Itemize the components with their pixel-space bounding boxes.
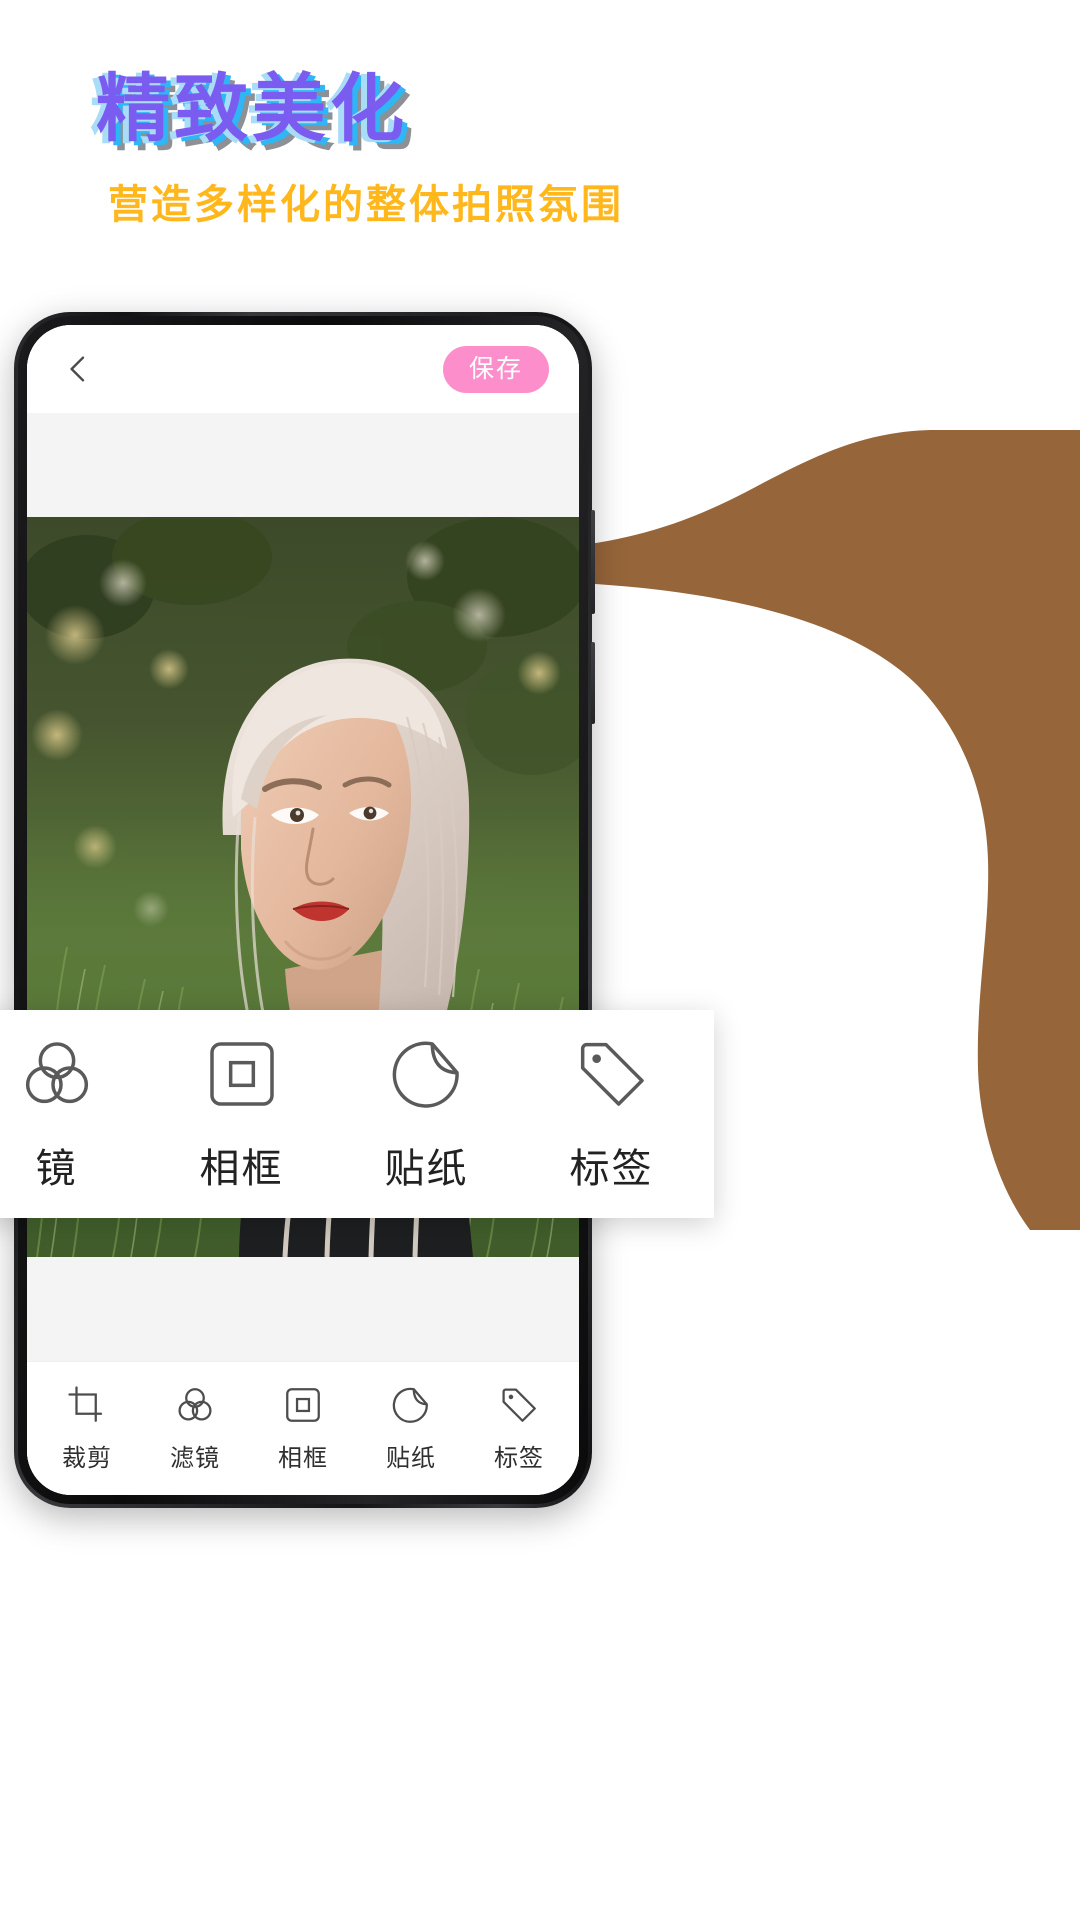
tag-icon bbox=[502, 1388, 536, 1422]
toolbar-item-tag[interactable]: 标签 bbox=[468, 1384, 570, 1473]
magnified-item-tag[interactable]: 标签 bbox=[537, 1034, 687, 1194]
editor-canvas[interactable] bbox=[27, 413, 579, 1361]
filter-circles-icon bbox=[178, 1388, 212, 1421]
magnified-item-filter[interactable]: 镜 bbox=[0, 1034, 132, 1194]
magnified-toolbar-panel: 镜 相框 贴纸 标签 bbox=[0, 1010, 714, 1218]
phone-volume-button[interactable] bbox=[591, 510, 595, 614]
phone-mockup: 保存 裁剪 滤镜 相框 贴纸 标签 bbox=[14, 312, 595, 1508]
filter-circles-icon bbox=[25, 1042, 88, 1104]
frame-icon bbox=[286, 1388, 320, 1422]
chevron-left-icon[interactable] bbox=[61, 352, 95, 386]
photo-editor-app: 保存 裁剪 滤镜 相框 贴纸 标签 bbox=[27, 325, 579, 1495]
app-topbar: 保存 bbox=[27, 325, 579, 413]
toolbar-label: 标签 bbox=[494, 1445, 544, 1472]
toolbar-item-sticker[interactable]: 贴纸 bbox=[360, 1384, 462, 1473]
toolbar-label: 裁剪 bbox=[62, 1445, 112, 1472]
phone-power-button[interactable] bbox=[591, 642, 595, 724]
magnified-item-frame[interactable]: 相框 bbox=[167, 1034, 317, 1194]
save-button[interactable]: 保存 bbox=[442, 345, 549, 393]
toolbar-label: 相框 bbox=[278, 1445, 328, 1472]
toolbar-label: 贴纸 bbox=[386, 1445, 436, 1472]
editor-toolbar: 裁剪 滤镜 相框 贴纸 标签 bbox=[27, 1361, 579, 1495]
magnified-item-label: 标签 bbox=[569, 1147, 654, 1191]
magnified-item-label: 相框 bbox=[199, 1147, 284, 1191]
frame-icon bbox=[209, 1042, 274, 1106]
magnified-item-label: 镜 bbox=[35, 1147, 78, 1191]
crop-icon bbox=[68, 1386, 103, 1422]
toolbar-item-frame[interactable]: 相框 bbox=[252, 1384, 354, 1473]
toolbar-item-filter[interactable]: 滤镜 bbox=[144, 1384, 246, 1473]
magnified-item-label: 贴纸 bbox=[384, 1147, 469, 1191]
magnified-item-sticker[interactable]: 贴纸 bbox=[352, 1034, 502, 1194]
page-subtitle: 营造多样化的整体拍照氛围 bbox=[108, 183, 624, 227]
toolbar-label: 滤镜 bbox=[170, 1445, 220, 1472]
tag-icon bbox=[580, 1042, 644, 1106]
page-title-main-layer: 精致美化 bbox=[96, 67, 408, 150]
sticker-icon bbox=[392, 1387, 428, 1423]
toolbar-item-crop[interactable]: 裁剪 bbox=[36, 1384, 138, 1473]
sticker-icon bbox=[392, 1041, 459, 1108]
hero-heading-block: 精致美化 精致美化 精致美化 精致美化 营造多样化的整体拍照氛围 bbox=[0, 0, 1080, 260]
phone-screen: 保存 裁剪 滤镜 相框 贴纸 标签 bbox=[27, 325, 579, 1495]
